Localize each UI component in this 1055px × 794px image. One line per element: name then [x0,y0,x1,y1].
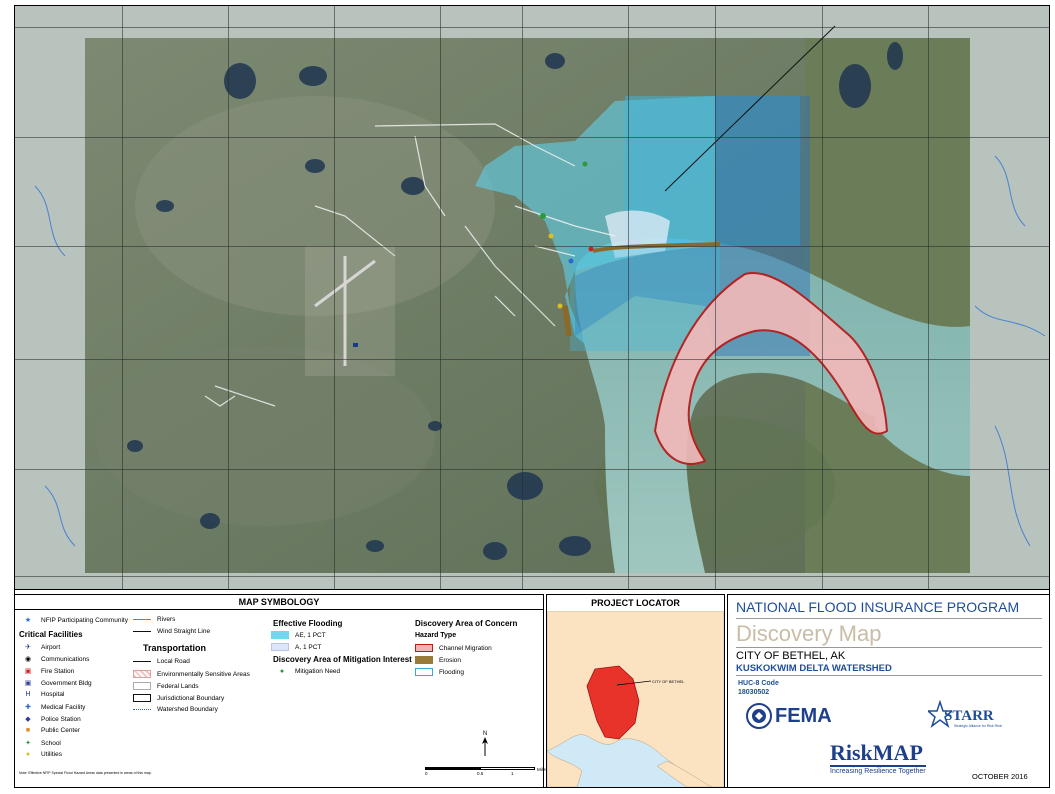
locator-header: PROJECT LOCATOR [547,595,724,612]
jurisdictional-swatch [133,694,151,702]
legend-channel-migration: Channel Migration [415,644,492,652]
scale-tick-0: 0 [425,771,428,776]
legend-erosion: Erosion [415,656,461,664]
public-center-icon: ■ [25,727,31,734]
legend-flooding: Flooding [415,668,464,676]
legend-ae: AE, 1 PCT [271,631,326,639]
legend-critical-4: H Hospital [21,691,64,698]
riskmap-logo: RiskMAP [830,740,923,765]
communications-icon: ◉ [24,656,32,663]
legend-critical-1: ◉ Communications [21,655,90,664]
legend-critical-6: ◆ Police Station [21,715,81,724]
map-symbology-panel: MAP SYMBOLOGY ★ NFIP Participating Commu… [14,594,548,788]
fema-text: FEMA [775,704,832,727]
locator-map[interactable]: CITY OF BETHEL [547,611,724,787]
effective-flooding-title: Effective Flooding [273,619,343,628]
transportation-title: Transportation [143,643,207,653]
critical-facility-label: Airport [41,643,61,651]
watershed-line-icon [133,709,151,710]
wind-line-icon [133,631,151,632]
critical-facility-label: Government Bldg [41,679,92,687]
legend-wind-line: Wind Straight Line [133,628,210,635]
legend-rivers: Rivers [133,616,175,623]
utilities-icon: ● [25,751,31,758]
ae-swatch [271,631,289,639]
critical-facility-label: Fire Station [41,667,75,675]
locator-city-label: CITY OF BETHEL [652,679,685,684]
federal-lands-swatch [133,682,151,690]
mitigation-need-icon: ● [279,668,285,675]
scale-tick-2: 1 [511,771,514,776]
critical-facility-label: School [41,739,61,747]
legend-watershed: Watershed Boundary [133,706,218,713]
erosion-swatch [415,656,433,664]
critical-facility-label: Hospital [41,691,65,698]
legend-local-road: Local Road [133,658,190,665]
critical-facility-label: Utilities [41,751,62,758]
fire-station-icon: ▣ [24,668,32,675]
aerial-imagery [15,6,1049,589]
huc-code: 18030502 [738,689,770,696]
legend-critical-5: ✚ Medical Facility [21,703,86,712]
concern-title: Discovery Area of Concern [415,619,518,628]
symbology-footnote: Note: Effective NFIP Special Flood Hazar… [19,771,152,775]
a-swatch [271,643,289,651]
legend-critical-2: ▣ Fire Station [21,667,75,676]
critical-facility-label: Communications [41,655,90,663]
school-icon: ✦ [25,740,31,747]
title-block-panel: NATIONAL FLOOD INSURANCE PROGRAM Discove… [727,594,1050,788]
hazard-type-title: Hazard Type [415,632,457,639]
env-sensitive-swatch [133,670,151,678]
legend-mitigation-need: ● Mitigation Need [275,668,340,675]
project-locator-panel: PROJECT LOCATOR CITY OF BETHEL [546,594,725,788]
huc-label: HUC-8 Code [738,680,779,687]
map-date: OCTOBER 2016 [972,772,1028,781]
legend-a: A, 1 PCT [271,643,321,651]
legend-critical-3: ▣ Government Bldg [21,679,92,688]
legend-critical-9: ● Utilities [21,751,62,758]
map-view[interactable] [14,5,1050,590]
critical-facility-label: Police Station [41,715,81,723]
mitigation-title: Discovery Area of Mitigation Interest [273,655,412,664]
hospital-icon: H [25,691,31,698]
rivers-line-icon [133,619,151,620]
critical-facilities-title: Critical Facilities [19,630,83,639]
police-icon: ◆ [25,716,31,723]
critical-facility-label: Medical Facility [41,703,86,711]
symbology-header: MAP SYMBOLOGY [15,595,543,610]
watershed-name: KUSKOKWIM DELTA WATERSHED [736,663,892,674]
legend-nfip: ★ NFIP Participating Community [21,616,128,625]
legend-env-sensitive: Environmentally Sensitive Areas [133,670,250,678]
starr-text: STARR [944,708,994,724]
scale-tick-1: 0.5 [477,771,484,776]
legend-critical-7: ■ Public Center [21,727,80,734]
starr-subtitle: Strategic Alliance for Risk Reduction [954,724,1002,728]
program-title: NATIONAL FLOOD INSURANCE PROGRAM [736,599,1020,615]
map-title: Discovery Map [736,621,882,646]
channel-migration-swatch [415,644,433,652]
legend-jurisdictional: Jurisdictional Boundary [133,694,224,702]
legend-critical-8: ✦ School [21,739,61,748]
legend-federal-lands: Federal Lands [133,682,199,690]
dhs-seal-icon [746,703,772,729]
local-road-icon [133,661,151,662]
critical-facility-label: Public Center [41,727,81,734]
airport-icon: ✈ [25,644,31,651]
riskmap-tagline: Increasing Resilience Together [830,768,926,775]
nfip-community-icon: ★ [24,617,32,624]
legend-critical-0: ✈ Airport [21,643,61,652]
medical-icon: ✚ [25,704,31,711]
government-icon: ▣ [24,680,32,687]
north-label: N [483,731,487,737]
scale-bar: 0 0.5 1 Miles [425,767,548,779]
fema-logo: FEMA [746,703,832,729]
city-name: CITY OF BETHEL, AK [736,650,846,662]
flooding-swatch [415,668,433,676]
north-arrow-icon: N [482,731,488,756]
